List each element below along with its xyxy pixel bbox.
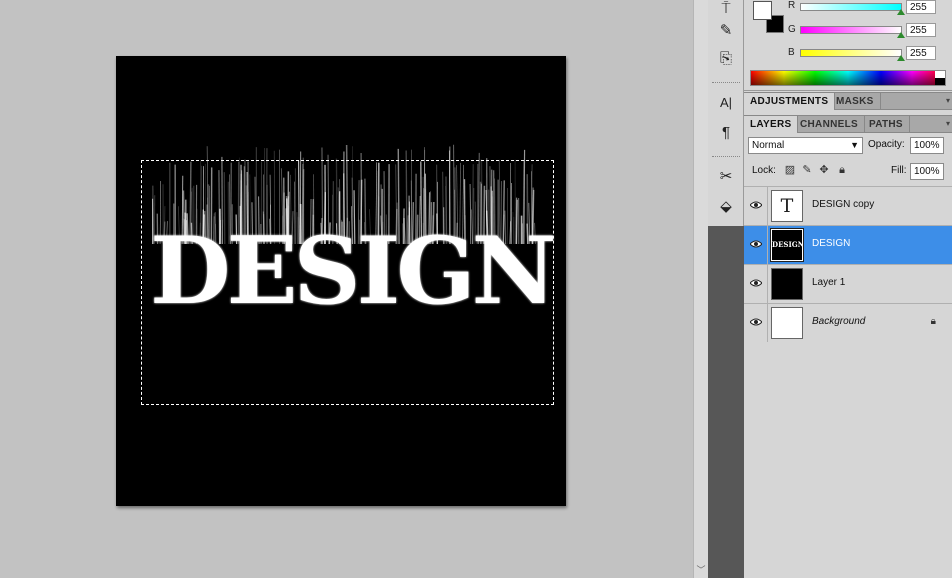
blend-mode-select[interactable]: Normal ▼ bbox=[748, 137, 863, 154]
lock-label: Lock: bbox=[752, 165, 776, 176]
layers-tab-strip: LAYERS CHANNELS PATHS ▾ bbox=[744, 115, 952, 133]
panel-dock-icons: ⍑ ✎ ⎘ A| ¶ ✂ ⬙ bbox=[708, 0, 744, 578]
tab-layers[interactable]: LAYERS bbox=[744, 116, 799, 133]
eye-icon bbox=[750, 201, 762, 209]
character-icon[interactable]: A| bbox=[716, 94, 736, 112]
chevron-down-icon: ▼ bbox=[850, 140, 859, 150]
blue-slider-thumb[interactable] bbox=[897, 55, 905, 61]
tab-adjustments[interactable]: ADJUSTMENTS bbox=[744, 93, 836, 110]
red-channel-label: R bbox=[788, 0, 796, 11]
marquee-selection[interactable] bbox=[141, 160, 554, 405]
history-brush-icon[interactable]: ✎ bbox=[716, 22, 736, 40]
adjustments-tab-strip: ADJUSTMENTS MASKS ▾ bbox=[744, 92, 952, 110]
panel-dock-icon-strip: ⍑ ✎ ⎘ A| ¶ ✂ ⬙ bbox=[708, 0, 744, 226]
green-channel-slider[interactable] bbox=[800, 26, 902, 34]
red-channel-slider[interactable] bbox=[800, 3, 902, 11]
lock-transparent-pixels-icon[interactable]: ▨ bbox=[784, 163, 796, 177]
blue-channel-slider[interactable] bbox=[800, 49, 902, 57]
scroll-down-icon[interactable]: ﹀ bbox=[694, 563, 708, 576]
document-canvas[interactable]: DESIGN bbox=[116, 56, 566, 506]
clone-stamp-icon[interactable]: ⍑ bbox=[716, 0, 736, 18]
layers-panel: Normal ▼ Opacity: 100% Lock: ▨ ✎ ✥ 🔒︎ Fi… bbox=[744, 134, 952, 578]
spectrum-shade bbox=[751, 71, 945, 85]
layer-visibility-toggle[interactable] bbox=[744, 226, 768, 264]
3d-object-icon[interactable]: ⬙ bbox=[716, 198, 736, 216]
layers-panel-menu-icon[interactable]: ▾ bbox=[946, 119, 950, 128]
type-layer-icon[interactable]: T bbox=[771, 190, 803, 222]
opacity-label: Opacity: bbox=[868, 139, 905, 150]
paragraph-icon[interactable]: ¶ bbox=[716, 124, 736, 142]
layer-row[interactable]: DESIGN DESIGN bbox=[744, 225, 952, 264]
tools-preset-icon[interactable]: ✂ bbox=[716, 168, 736, 186]
eye-icon bbox=[750, 318, 762, 326]
layer-visibility-toggle[interactable] bbox=[744, 187, 768, 225]
green-slider-thumb[interactable] bbox=[897, 32, 905, 38]
blue-channel-input[interactable]: 255 bbox=[906, 46, 936, 60]
layer-row[interactable]: T DESIGN copy bbox=[744, 186, 952, 225]
layer-name[interactable]: Background bbox=[812, 316, 865, 327]
layer-thumbnail-design[interactable]: DESIGN bbox=[770, 228, 804, 262]
workspace-scrollbar[interactable]: ﹀ bbox=[693, 0, 708, 578]
layer-visibility-toggle[interactable] bbox=[744, 265, 768, 303]
layer-name[interactable]: Layer 1 bbox=[812, 277, 845, 288]
layer-thumbnail[interactable] bbox=[771, 268, 803, 300]
color-spectrum-ramp[interactable] bbox=[750, 70, 946, 86]
layer-thumbnail[interactable] bbox=[771, 307, 803, 339]
lock-image-pixels-icon[interactable]: ✎ bbox=[801, 163, 813, 177]
color-panel: R 255 G 255 B 255 bbox=[744, 0, 952, 91]
eraser-stamp-icon[interactable]: ⎘ bbox=[716, 50, 736, 68]
tool-divider bbox=[712, 156, 740, 157]
lock-icon: 🔒︎ bbox=[930, 316, 936, 327]
layer-name[interactable]: DESIGN copy bbox=[812, 199, 874, 210]
green-channel-label: G bbox=[788, 24, 796, 35]
right-panels: R 255 G 255 B 255 ADJUSTMENTS MASKS ▾ LA… bbox=[744, 0, 952, 578]
lock-position-icon[interactable]: ✥ bbox=[818, 163, 830, 177]
red-channel-input[interactable]: 255 bbox=[906, 0, 936, 14]
blue-channel-label: B bbox=[788, 47, 795, 58]
fill-input[interactable]: 100% bbox=[910, 163, 944, 180]
blend-mode-value: Normal bbox=[752, 140, 785, 151]
tool-divider bbox=[712, 82, 740, 83]
green-channel-input[interactable]: 255 bbox=[906, 23, 936, 37]
tab-masks[interactable]: MASKS bbox=[830, 93, 881, 110]
spectrum-black-white[interactable] bbox=[935, 71, 945, 85]
tab-paths[interactable]: PATHS bbox=[863, 116, 910, 133]
fill-label: Fill: bbox=[891, 165, 907, 176]
document-workspace: DESIGN bbox=[0, 0, 693, 578]
layer-row[interactable]: Layer 1 bbox=[744, 264, 952, 303]
layer-name[interactable]: DESIGN bbox=[812, 238, 850, 249]
opacity-input[interactable]: 100% bbox=[910, 137, 944, 154]
eye-icon bbox=[750, 279, 762, 287]
red-slider-thumb[interactable] bbox=[897, 9, 905, 15]
lock-all-icon[interactable]: 🔒︎ bbox=[836, 163, 848, 177]
eye-icon bbox=[750, 240, 762, 248]
tab-channels[interactable]: CHANNELS bbox=[794, 116, 865, 133]
layer-list: T DESIGN copy DESIGN DESIGN Layer 1 Backgroun… bbox=[744, 186, 952, 342]
layer-visibility-toggle[interactable] bbox=[744, 304, 768, 342]
panel-menu-icon[interactable]: ▾ bbox=[946, 96, 950, 105]
layer-row[interactable]: Background 🔒︎ bbox=[744, 303, 952, 342]
foreground-color-swatch[interactable] bbox=[753, 1, 772, 20]
